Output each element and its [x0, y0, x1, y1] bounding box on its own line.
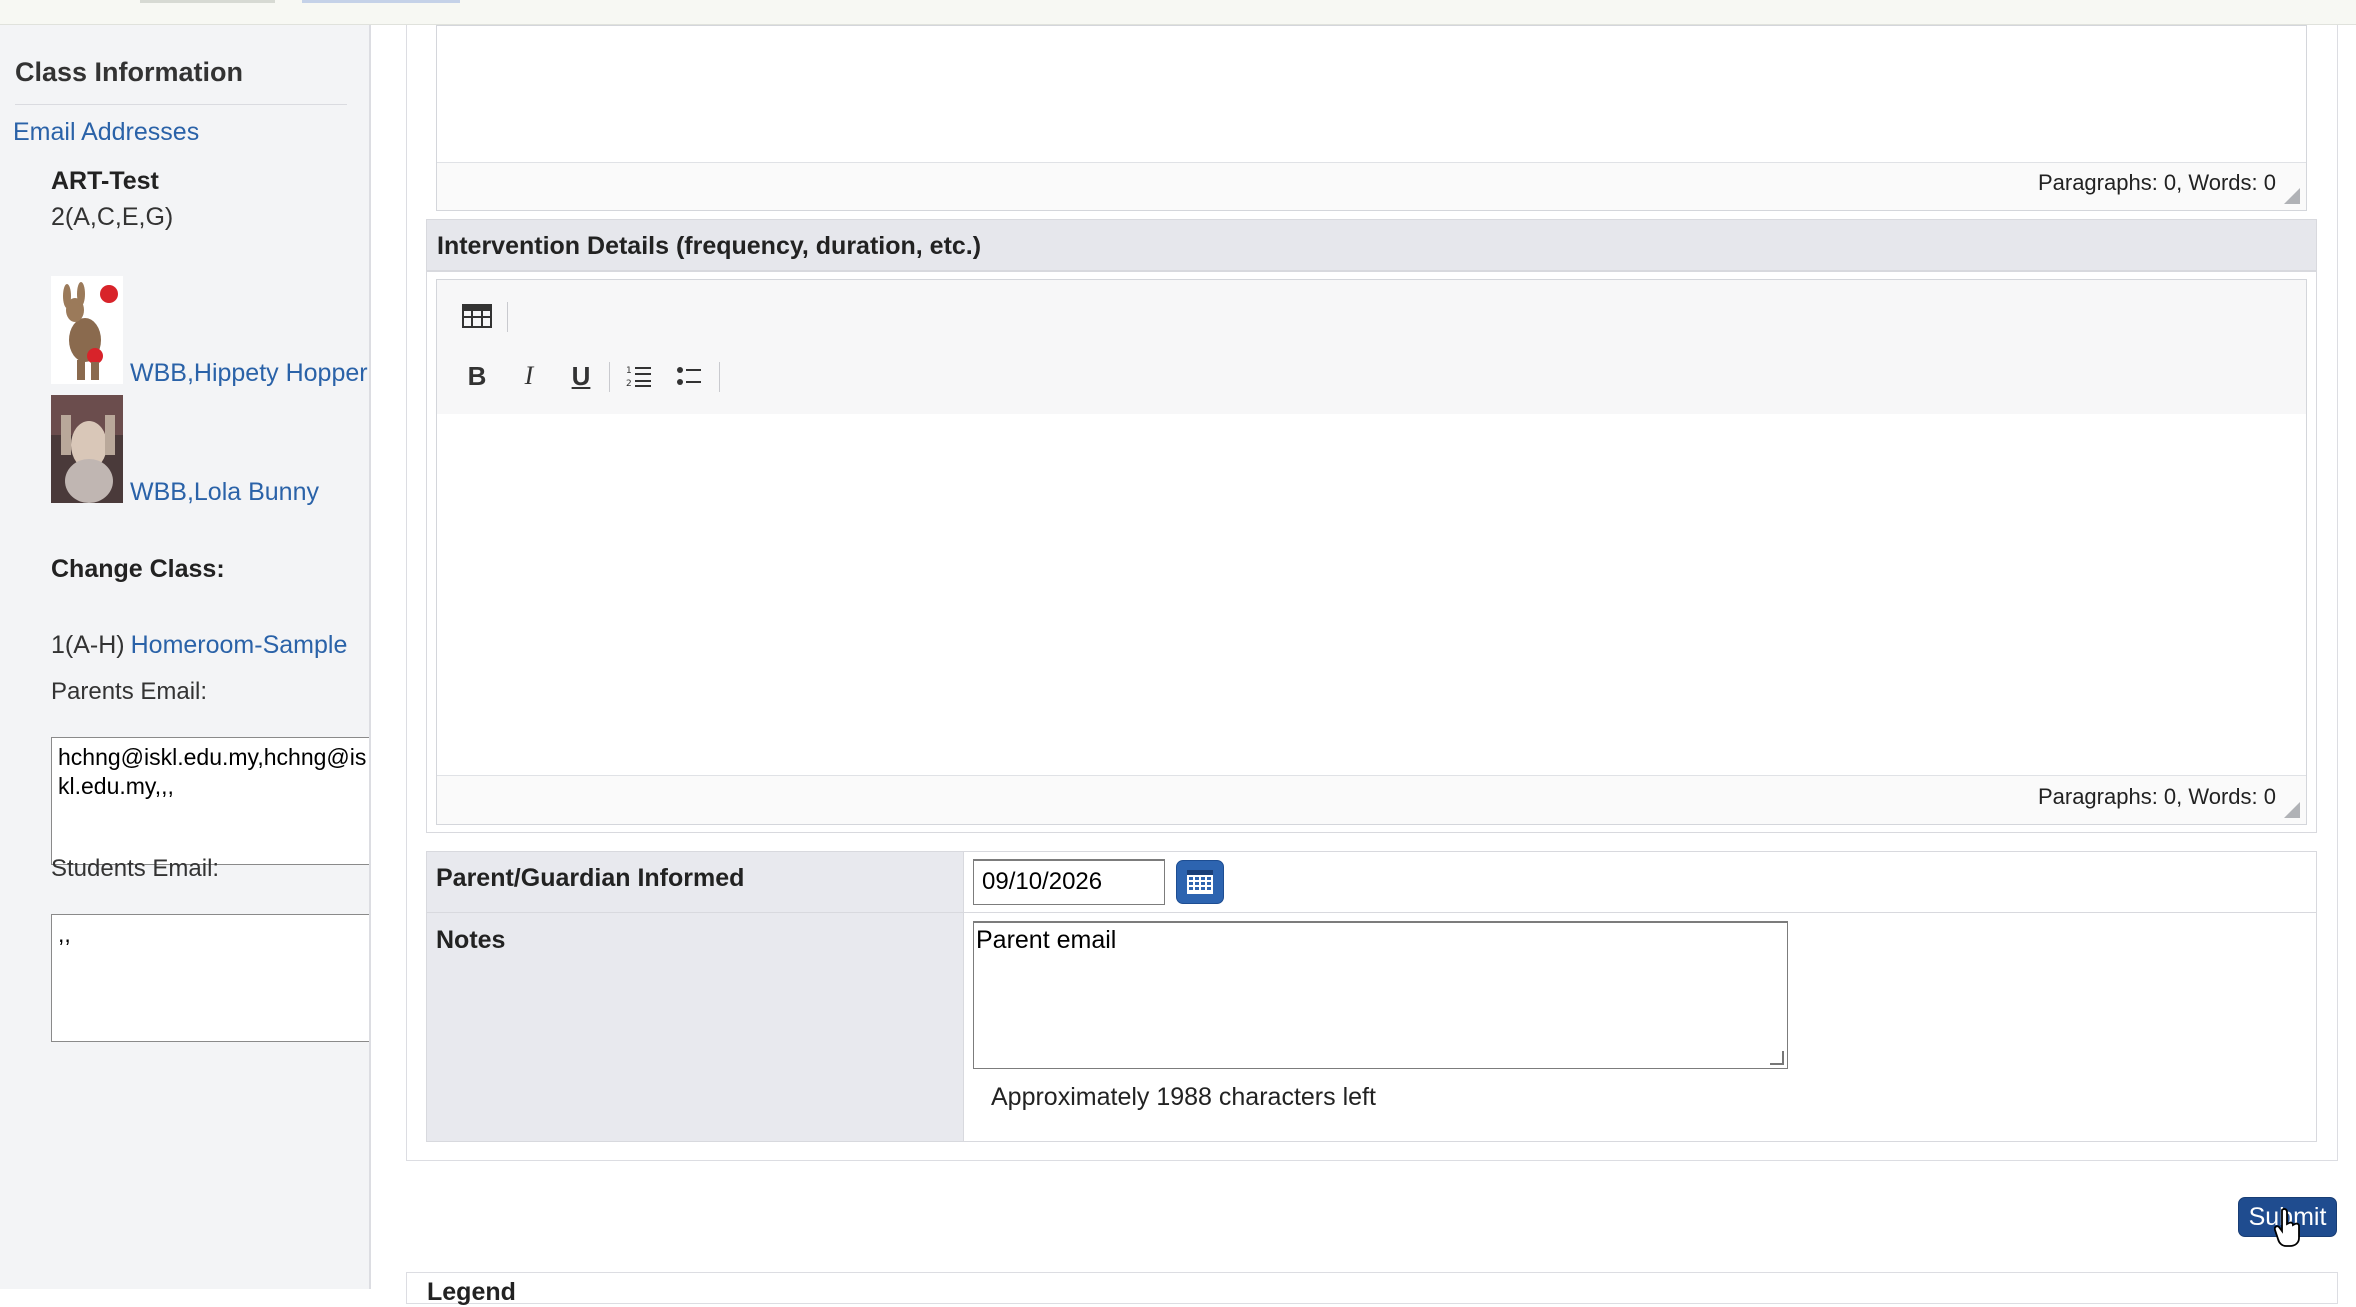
students-email-label: Students Email: [51, 855, 220, 882]
student-item[interactable]: WBB,Lola Bunny [51, 395, 369, 507]
parents-email-label: Parents Email: [51, 678, 208, 705]
student-photo[interactable] [51, 276, 123, 384]
numbered-list-icon[interactable]: 1 2 [619, 356, 659, 396]
calendar-icon [1187, 870, 1213, 894]
homeroom-class-item: 1(A-H) Homeroom-Sample [51, 631, 347, 660]
class-period: 2(A,C,E,G) [51, 203, 174, 231]
editor-word-count: Paragraphs: 0, Words: 0 [2037, 784, 2276, 809]
date-input[interactable]: 09/10/2026 [973, 859, 1165, 905]
homeroom-link[interactable]: Homeroom-Sample [131, 631, 348, 659]
table-icon[interactable] [457, 296, 497, 336]
parent-informed-label: Parent/Guardian Informed [436, 864, 745, 892]
editor-text-area[interactable] [437, 414, 2306, 776]
divider [15, 104, 347, 105]
calendar-button[interactable] [1176, 860, 1224, 904]
class-name: ART-Test [51, 167, 159, 195]
email-addresses-link[interactable]: Email Addresses [13, 118, 199, 147]
toolbar-separator [719, 362, 720, 392]
sidebar-title: Class Information [15, 57, 244, 87]
notes-text: Parent email [976, 926, 1117, 954]
editor-text-area[interactable] [437, 26, 2306, 163]
bottom-panel-title: Legend [427, 1278, 516, 1306]
editor-word-count: Paragraphs: 0, Words: 0 [2037, 170, 2276, 195]
rich-text-editor: Paragraphs: 0, Words: 0 [436, 25, 2307, 211]
svg-text:2: 2 [626, 379, 632, 388]
top-tab-active[interactable] [302, 0, 460, 3]
bullet-list-icon[interactable] [669, 356, 709, 396]
underline-button[interactable]: U [561, 356, 601, 396]
student-photo[interactable] [51, 395, 123, 503]
bottom-panel: Legend [406, 1272, 2338, 1306]
student-name-link[interactable]: WBB,Hippety Hopper [130, 359, 368, 388]
notes-label: Notes [436, 926, 506, 954]
italic-button[interactable]: I [509, 356, 549, 396]
intervention-editor: B I U 1 2 Paragraphs: 0, Words: 0 [436, 279, 2307, 825]
students-email-field[interactable]: ,, [51, 914, 369, 1042]
resize-grip-icon[interactable] [2284, 188, 2300, 204]
row-divider [427, 912, 2316, 913]
resize-grip-icon[interactable] [2284, 802, 2300, 818]
parents-email-field[interactable]: hchng@iskl.edu.my,hchng@iskl.edu.my,,, [51, 737, 369, 865]
student-item[interactable]: WBB,Hippety Hopper [51, 276, 369, 388]
section-heading: Intervention Details (frequency, duratio… [426, 219, 2317, 271]
label-column [427, 852, 964, 1141]
form-table: Parent/Guardian Informed Notes 09/10/202… [426, 851, 2317, 1142]
top-strip [0, 0, 2356, 25]
characters-left-counter: Approximately 1988 characters left [991, 1083, 1376, 1111]
pointer-hand-icon [2274, 1208, 2300, 1247]
sidebar: Class Information Email Addresses ART-Te… [0, 25, 371, 1289]
student-name-link[interactable]: WBB,Lola Bunny [130, 478, 319, 507]
resize-grip-icon[interactable] [1770, 1051, 1784, 1065]
intervention-heading: Intervention Details (frequency, duratio… [437, 232, 982, 260]
editor-toolbar: B I U 1 2 [437, 280, 2306, 415]
notes-textarea[interactable]: Parent email [973, 921, 1788, 1069]
homeroom-period: 1(A-H) [51, 631, 125, 659]
toolbar-separator [609, 362, 610, 392]
top-tab[interactable] [140, 0, 275, 3]
change-class-label: Change Class: [51, 555, 225, 583]
toolbar-separator [507, 302, 508, 332]
bold-button[interactable]: B [457, 356, 497, 396]
svg-text:1: 1 [626, 366, 632, 376]
